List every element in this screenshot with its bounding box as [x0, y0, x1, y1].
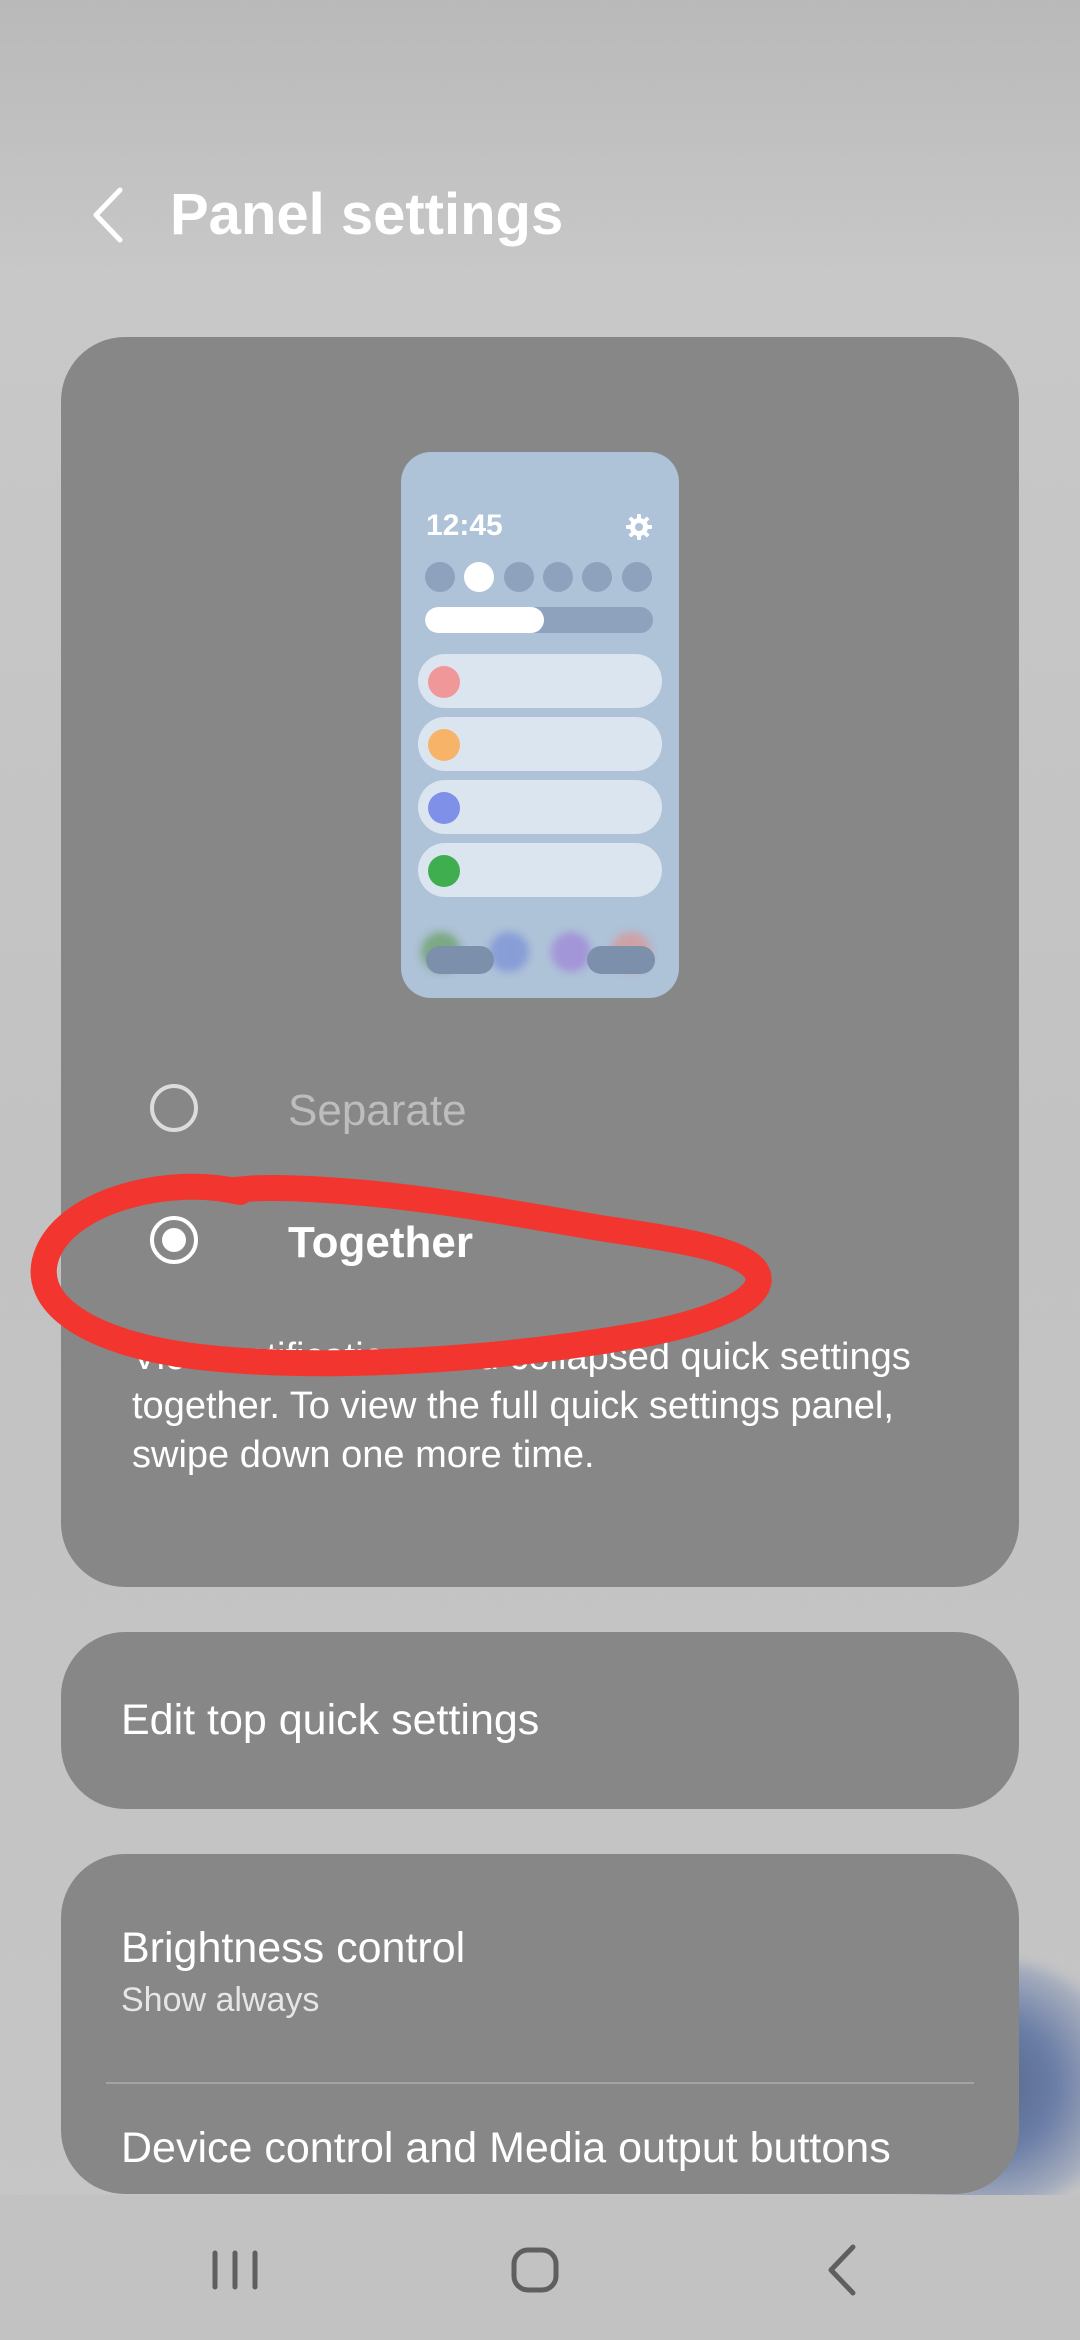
recent-apps-icon	[212, 2250, 258, 2290]
page-title: Panel settings	[170, 182, 564, 247]
preview-notification-dot	[428, 666, 460, 698]
app-bar: Panel settings	[0, 150, 1080, 280]
preview-notification	[418, 717, 662, 771]
gear-icon	[626, 514, 652, 540]
preview-dock-pill	[426, 946, 494, 974]
preview-dock-pill	[587, 946, 655, 974]
preview-brightness-bar	[425, 607, 653, 633]
device-control-label: Device control and Media output buttons	[121, 2124, 891, 2172]
radio-button-separate[interactable]	[150, 1084, 198, 1132]
preview-clock: 12:45	[426, 509, 503, 542]
preview-quick-toggle	[622, 562, 652, 592]
preview-quick-toggle	[582, 562, 612, 592]
device-control-item[interactable]: Device control and Media output buttons	[61, 2084, 1019, 2194]
back-nav-button[interactable]	[785, 2225, 895, 2315]
recent-apps-button[interactable]	[180, 2225, 290, 2315]
option-description: View notifications and collapsed quick s…	[132, 1336, 911, 1476]
preview-notification	[418, 843, 662, 897]
home-icon	[511, 2247, 559, 2293]
preview-notification	[418, 654, 662, 708]
preview-notification	[418, 780, 662, 834]
preview-quick-toggle	[504, 562, 534, 592]
preview-notification-dot	[428, 855, 460, 887]
preview-quick-toggle	[464, 562, 494, 592]
back-button[interactable]	[82, 180, 142, 250]
preview-quick-toggle	[425, 562, 455, 592]
navigation-bar	[0, 2195, 1080, 2340]
preview-notification-dot	[428, 729, 460, 761]
radio-button-together[interactable]	[150, 1216, 198, 1264]
option-separate-label: Separate	[288, 1086, 467, 1135]
back-icon	[828, 2244, 856, 2296]
brightness-control-label: Brightness control	[121, 1924, 466, 1972]
panel-options-card: Brightness control Show always Device co…	[61, 1854, 1019, 2194]
option-together[interactable]: Together	[140, 1199, 940, 1289]
panel-preview: 12:45	[401, 452, 679, 998]
chevron-left-icon	[93, 187, 123, 243]
preview-notification-dot	[428, 792, 460, 824]
preview-brightness-fill	[425, 607, 544, 633]
edit-top-quick-settings-label: Edit top quick settings	[121, 1696, 540, 1744]
brightness-control-item[interactable]: Brightness control Show always	[61, 1854, 1019, 2082]
edit-top-quick-settings[interactable]: Edit top quick settings	[61, 1632, 1019, 1809]
option-separate[interactable]: Separate	[140, 1067, 940, 1157]
radio-selected-indicator	[162, 1228, 186, 1252]
option-together-label: Together	[288, 1218, 473, 1267]
brightness-control-value: Show always	[121, 1981, 320, 2019]
preview-app-icon	[489, 932, 529, 972]
preview-quick-toggle	[543, 562, 573, 592]
preview-app-icon	[551, 932, 591, 972]
home-button[interactable]	[480, 2225, 590, 2315]
